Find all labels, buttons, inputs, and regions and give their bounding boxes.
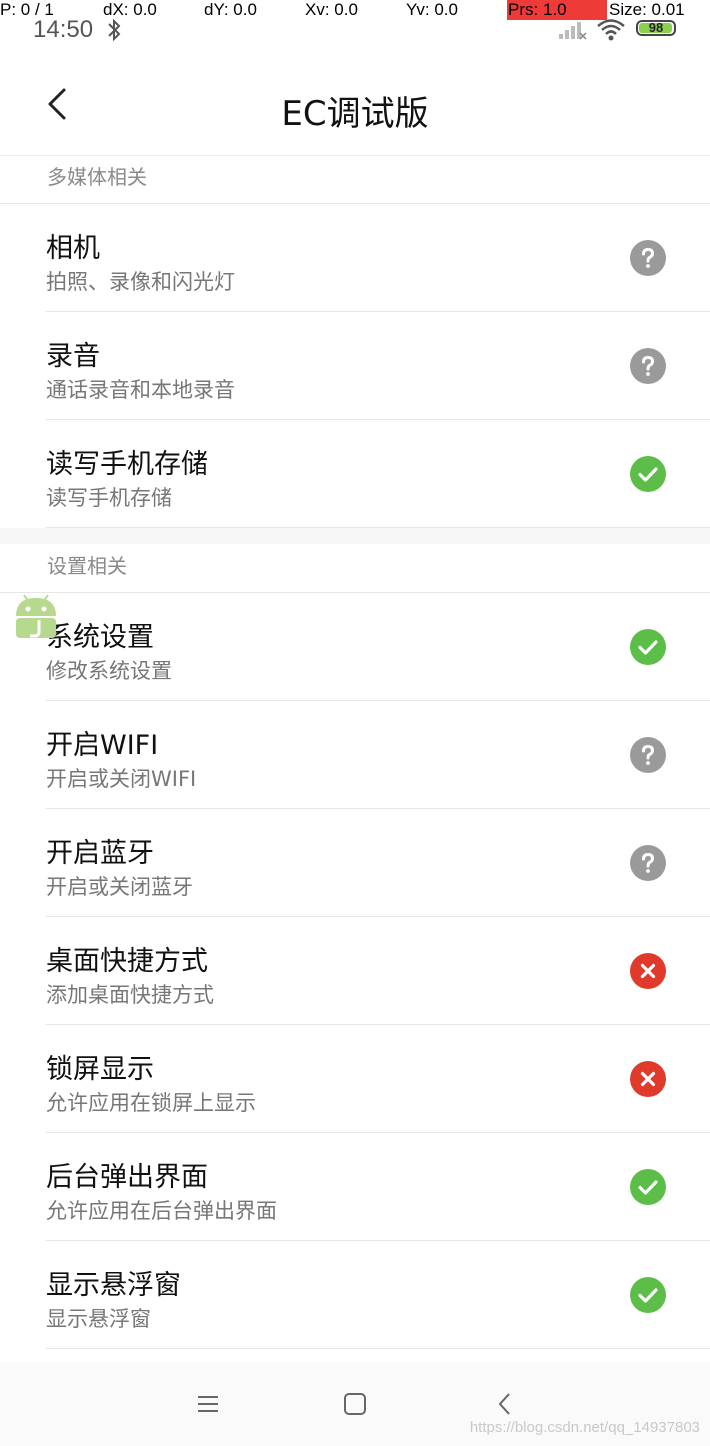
permission-list: 多媒体相关 相机 拍照、录像和闪光灯 录音 通话录音和本地录音 读写手机存储 读写手机存储设… [0,155,710,1349]
battery-icon: 98 [636,20,676,36]
permission-title: 显示悬浮窗 [46,1270,181,1301]
title-bar: EC调试版 [0,60,710,156]
permission-title: 后台弹出界面 [46,1162,208,1193]
permission-description: 读写手机存储 [46,486,172,510]
debug-xv: Xv: 0.0 [305,0,358,19]
page-title: EC调试版 [281,94,429,134]
section-header-label: 多媒体相关 [47,165,147,189]
section-header-label: 设置相关 [47,554,127,578]
permission-row[interactable]: 桌面快捷方式添加桌面快捷方式 [46,917,710,1025]
permission-title: 开启WIFI [46,730,159,761]
wifi-icon [597,19,625,41]
check-circle-icon [630,456,666,492]
debug-dy: dY: 0.0 [204,0,257,19]
permission-title: 桌面快捷方式 [46,946,208,977]
home-button[interactable] [339,1390,371,1418]
permission-row[interactable]: 显示悬浮窗 显示悬浮窗 [46,1241,710,1349]
permission-description: 通话录音和本地录音 [46,378,235,402]
debug-pointer: P: 0 / 1 [0,0,54,19]
pointer-debug-bar: P: 0 / 1 dX: 0.0 dY: 0.0 Xv: 0.0 Yv: 0.0… [0,0,710,20]
permission-description: 修改系统设置 [46,659,172,683]
section-header: 设置相关 [0,544,710,593]
permission-row[interactable]: 录音通话录音和本地录音 [46,312,710,420]
nav-back-button[interactable] [489,1390,521,1418]
menu-icon [198,1396,218,1412]
section-divider [0,528,710,544]
permission-row[interactable]: 开启蓝牙开启或关闭蓝牙 [46,809,710,917]
permission-description: 开启或关闭蓝牙 [46,875,193,899]
permission-title: 录音 [46,341,100,372]
permission-title: 开启蓝牙 [46,838,154,869]
debug-size: Size: 0.01 [609,0,685,19]
debug-yv: Yv: 0.0 [406,0,458,19]
permission-description: 允许应用在锁屏上显示 [46,1091,256,1115]
permission-description: 开启或关闭WIFI [46,767,197,791]
debug-dx: dX: 0.0 [103,0,157,19]
check-circle-icon [630,1277,666,1313]
permission-description: 添加桌面快捷方式 [46,983,214,1007]
back-chevron-icon [498,1393,510,1415]
question-circle-icon [630,348,666,384]
permission-title: 读写手机存储 [46,449,208,480]
question-circle-icon [630,240,666,276]
x-circle-icon [630,953,666,989]
permission-description: 显示悬浮窗 [46,1307,151,1331]
debug-prs: Prs: 1.0 [508,0,567,19]
signal-icon [559,22,587,40]
watermark: https://blog.csdn.net/qq_14937803 [469,1419,700,1436]
permission-row[interactable]: 后台弹出界面允许应用在后台弹出界面 [46,1133,710,1241]
x-circle-icon [630,1061,666,1097]
recents-button[interactable] [192,1390,224,1418]
floating-android-icon[interactable] [12,590,60,642]
status-time: 14:50 [33,16,94,43]
permission-title: 锁屏显示 [46,1054,154,1085]
permission-row[interactable]: 读写手机存储 读写手机存储 [46,420,710,528]
permission-row[interactable]: 相机拍照、录像和闪光灯 [46,204,710,312]
permission-row[interactable]: 开启WIFI 开启或关闭WIFI [46,701,710,809]
check-circle-icon [630,1169,666,1205]
question-circle-icon [630,845,666,881]
permission-row[interactable]: 系统设置修改系统设置 [46,593,710,701]
permission-title: 系统设置 [46,622,154,653]
bluetooth-icon [108,18,121,42]
permission-title: 相机 [46,233,100,264]
home-square-icon [344,1393,366,1415]
permission-row[interactable]: 锁屏显示允许应用在锁屏上显示 [46,1025,710,1133]
permission-description: 拍照、录像和闪光灯 [46,270,235,294]
battery-level: 98 [648,20,664,35]
check-circle-icon [630,629,666,665]
question-circle-icon [630,737,666,773]
navigation-bar: https://blog.csdn.net/qq_14937803 [0,1362,710,1446]
permission-description: 允许应用在后台弹出界面 [46,1199,277,1223]
section-header: 多媒体相关 [0,155,710,204]
